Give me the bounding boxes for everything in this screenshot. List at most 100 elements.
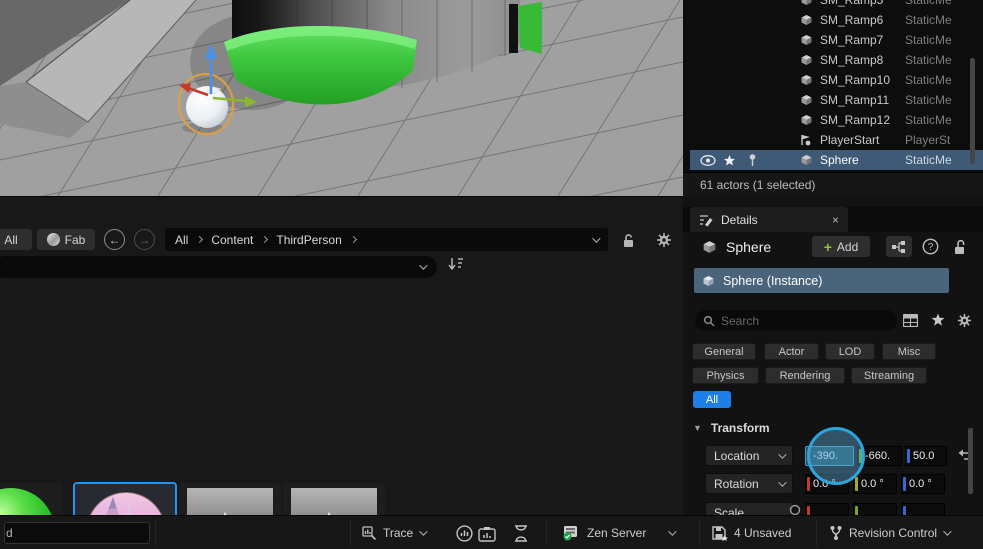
fab-button[interactable]: Fab — [37, 229, 95, 250]
outliner-row-sm_ramp11[interactable]: SM_Ramp11 StaticMe — [690, 90, 983, 110]
sort-view-options-icon[interactable] — [448, 257, 470, 271]
static-mesh-icon — [801, 0, 812, 5]
actor-label: SM_Ramp10 — [820, 73, 891, 87]
actor-type: StaticMe — [905, 73, 952, 87]
unsaved-label: 4 Unsaved — [734, 526, 792, 540]
console-command-input[interactable] — [4, 522, 150, 544]
breadcrumb-separator-icon — [196, 235, 204, 244]
favorites-star-icon[interactable] — [931, 313, 945, 327]
actor-type: StaticMe — [905, 33, 952, 47]
static-mesh-icon — [801, 155, 812, 165]
actor-type: PlayerSt — [905, 133, 951, 147]
chevron-down-icon — [778, 449, 787, 459]
favorite-star-icon[interactable] — [724, 155, 735, 166]
settings-gear-icon[interactable] — [656, 232, 672, 248]
details-settings-gear-icon[interactable] — [957, 313, 972, 328]
revision-control-menu-button[interactable]: Revision Control — [829, 516, 952, 549]
outliner-panel: SM_Ramp5 StaticMe SM_Ramp6 StaticMe SM_Ramp7… — [690, 0, 983, 172]
blueprint-node-button[interactable] — [886, 236, 912, 257]
hourglass-icon[interactable] — [514, 525, 528, 542]
fab-button-label: Fab — [64, 232, 86, 247]
actor-type: StaticMe — [905, 93, 952, 107]
outliner-row-sm_ramp5[interactable]: SM_Ramp5 StaticMe — [690, 0, 983, 10]
outliner-row-sm_ramp7[interactable]: SM_Ramp7 StaticMe — [690, 30, 983, 50]
actor-type: StaticMe — [905, 13, 952, 27]
transform-label: Transform — [710, 421, 770, 435]
zen-server-menu-button[interactable]: Zen Server — [562, 516, 678, 549]
filter-chip-general[interactable]: General — [692, 343, 756, 360]
svg-text:?: ? — [927, 242, 933, 253]
trace-label: Trace — [383, 526, 414, 540]
zen-server-icon — [563, 526, 577, 541]
actor-type: StaticMe — [905, 153, 952, 167]
filter-chip-streaming[interactable]: Streaming — [851, 367, 927, 384]
help-icon[interactable]: ? — [920, 236, 940, 257]
visibility-eye-icon[interactable] — [700, 155, 716, 166]
trace-menu-button[interactable]: Trace — [362, 516, 428, 549]
breadcrumb[interactable]: All Content ThirdPerson — [165, 228, 608, 251]
outliner-footer: 61 actors (1 selected) — [683, 172, 983, 196]
actor-label: SM_Ramp11 — [820, 93, 890, 107]
filter-chip-lod[interactable]: LOD — [825, 343, 875, 360]
rotation-y-field[interactable]: 0.0 ° — [853, 474, 897, 494]
details-search[interactable] — [695, 310, 897, 331]
unsaved-content-button[interactable]: 4 Unsaved — [712, 516, 791, 549]
breadcrumb-thirdperson[interactable]: ThirdPerson — [276, 233, 341, 247]
tab-details[interactable]: Details × — [690, 207, 848, 232]
static-mesh-icon — [801, 55, 812, 65]
filter-chip-rendering[interactable]: Rendering — [765, 367, 845, 384]
transform-section-header[interactable]: ▼ Transform — [693, 421, 770, 435]
breadcrumb-all[interactable]: All — [175, 233, 188, 247]
component-row-sphere-instance[interactable]: Sphere (Instance) — [694, 268, 949, 293]
actor-type: StaticMe — [905, 113, 952, 127]
outliner-row-sm_ramp12[interactable]: SM_Ramp12 StaticMe — [690, 110, 983, 130]
static-mesh-icon — [703, 275, 714, 286]
lock-icon[interactable] — [622, 233, 635, 248]
path-dropdown-chevron-icon[interactable] — [592, 233, 601, 243]
outliner-row-sm_ramp6[interactable]: SM_Ramp6 StaticMe — [690, 10, 983, 30]
breadcrumb-content[interactable]: Content — [211, 233, 253, 247]
outliner-scrollbar[interactable] — [970, 58, 975, 164]
all-button-label: All — [4, 232, 18, 247]
click-highlight-circle — [807, 427, 865, 485]
search-input[interactable] — [721, 313, 871, 328]
rotation-dropdown[interactable]: Rotation — [705, 473, 793, 494]
actor-label: PlayerStart — [820, 133, 880, 147]
outliner-row-playerstart[interactable]: PlayerStart PlayerSt — [690, 130, 983, 150]
unlock-icon[interactable] — [950, 236, 970, 257]
insights-session-icon[interactable] — [456, 525, 473, 542]
breadcrumb-separator-icon — [261, 235, 269, 244]
outliner-row-sm_ramp8[interactable]: SM_Ramp8 StaticMe — [690, 50, 983, 70]
filter-chip-physics[interactable]: Physics — [692, 367, 759, 384]
snapshot-icon[interactable] — [478, 526, 497, 542]
chevron-down-icon — [668, 527, 678, 536]
add-component-button[interactable]: + Add — [812, 236, 870, 257]
content-drawer: All Fab ← → All Content ThirdPerson — [0, 196, 683, 549]
location-z-field[interactable]: 50.0 — [905, 446, 947, 466]
collapse-triangle-icon[interactable]: ▼ — [693, 423, 702, 433]
close-icon[interactable]: × — [832, 213, 839, 227]
rotation-z-field[interactable]: 0.0 ° — [901, 474, 945, 494]
display-grid-icon[interactable] — [903, 314, 918, 327]
filter-chip-misc[interactable]: Misc — [882, 343, 936, 360]
outliner-row-sphere[interactable]: Sphere StaticMe — [690, 150, 983, 170]
content-browser-all-button[interactable]: All — [0, 229, 32, 250]
filter-chip-all[interactable]: All — [693, 391, 731, 408]
actor-count-label: 61 actors (1 selected) — [700, 177, 816, 192]
location-dropdown[interactable]: Location — [705, 445, 793, 466]
static-mesh-icon — [801, 15, 812, 25]
level-viewport[interactable] — [0, 0, 683, 196]
details-scrollbar[interactable] — [968, 428, 973, 490]
outliner-row-sm_ramp10[interactable]: SM_Ramp10 StaticMe — [690, 70, 983, 90]
revision-control-label: Revision Control — [849, 526, 938, 540]
static-mesh-icon — [801, 115, 812, 125]
chevron-down-icon — [943, 527, 952, 536]
pin-icon[interactable] — [748, 154, 757, 167]
forward-arrow-button[interactable]: → — [134, 229, 155, 250]
static-mesh-icon — [801, 75, 812, 85]
asset-filter-dropdown[interactable] — [0, 256, 437, 278]
filter-chip-actor[interactable]: Actor — [764, 343, 819, 360]
back-arrow-button[interactable]: ← — [104, 229, 125, 250]
search-icon — [703, 315, 715, 327]
selected-object-name: Sphere — [726, 239, 772, 255]
